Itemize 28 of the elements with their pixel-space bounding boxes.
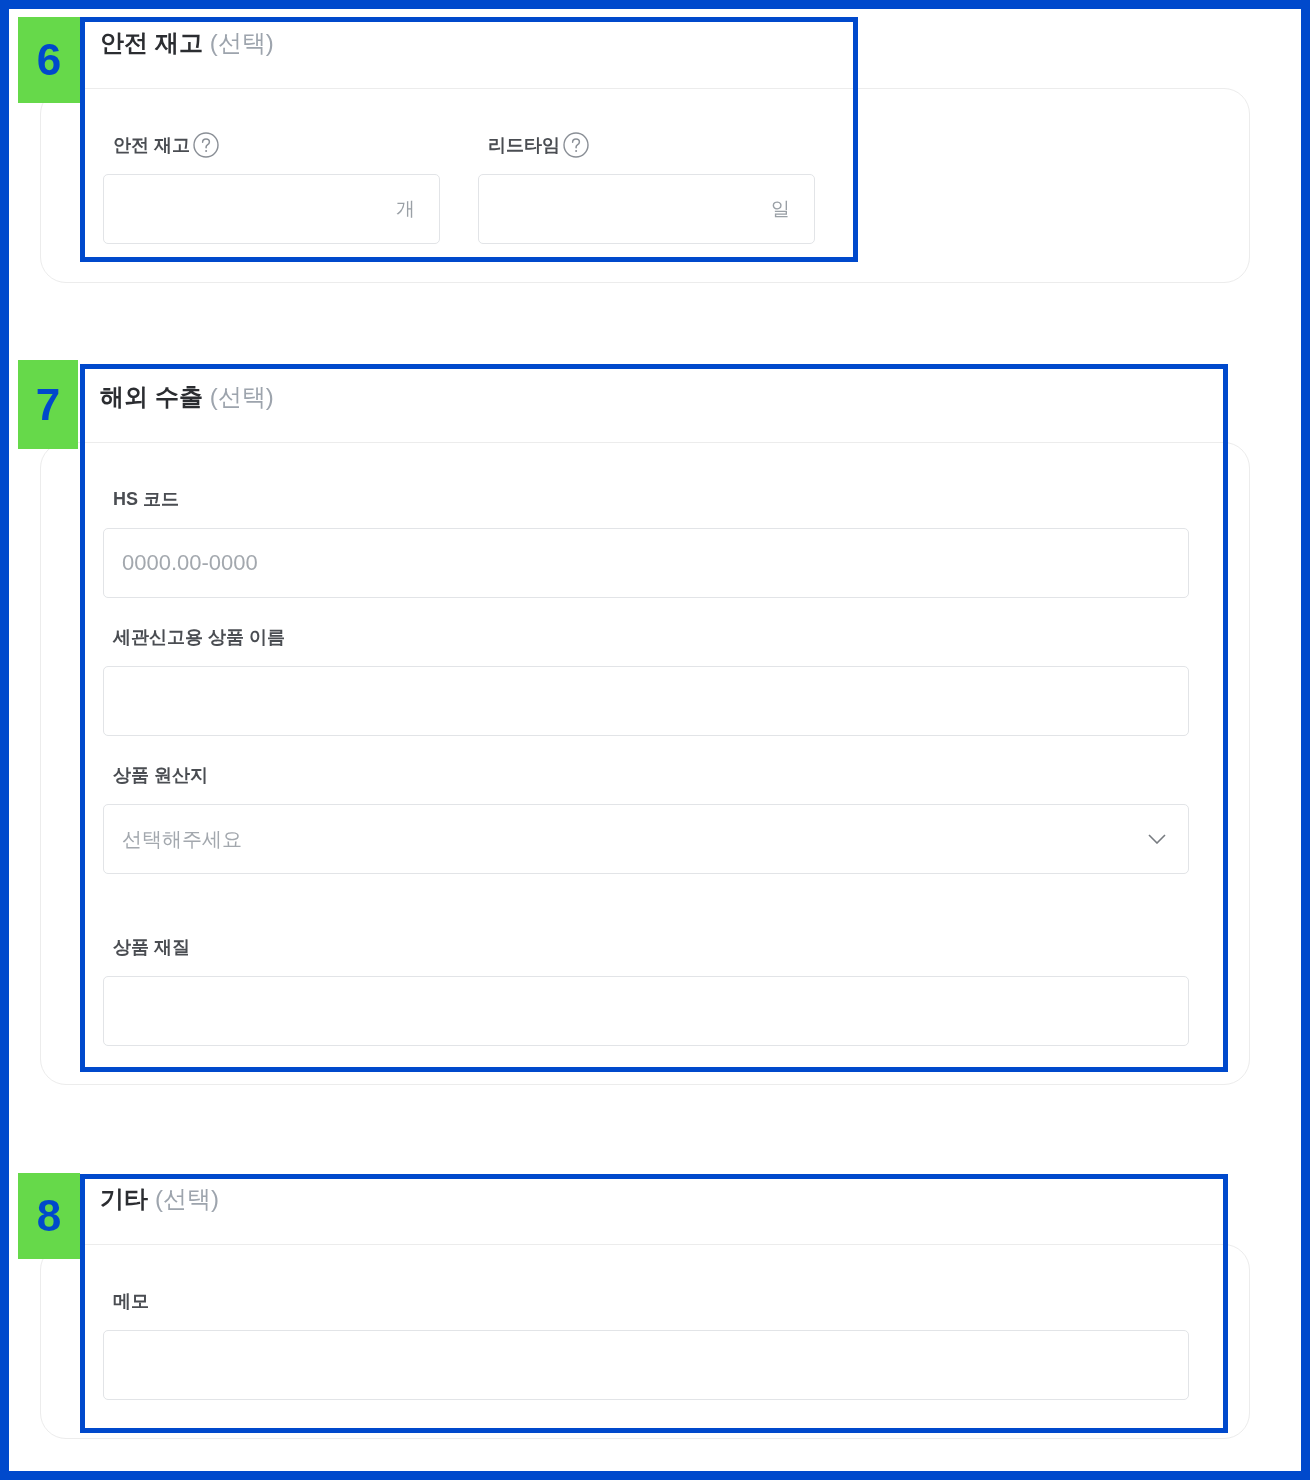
text-field[interactable] [103, 976, 1189, 1046]
step-badge: 8 [18, 1173, 80, 1259]
field-label: HS 코드 [113, 488, 179, 511]
field-label: 리드타임 [488, 134, 560, 157]
field-label: 세관신고용 상품 이름 [113, 626, 285, 649]
help-icon[interactable] [563, 132, 589, 158]
field-label: 메모 [113, 1290, 149, 1313]
field-label: 상품 원산지 [113, 764, 208, 787]
text-field[interactable]: 0000.00-0000 [103, 528, 1189, 598]
text-field[interactable] [103, 1330, 1189, 1400]
help-icon[interactable] [193, 132, 219, 158]
field-label: 안전 재고 [113, 134, 190, 157]
optional-label: (선택) [209, 386, 274, 408]
chevron-down-icon [1148, 834, 1166, 844]
text-field[interactable] [103, 666, 1189, 736]
section-title: 해외 수출 [100, 386, 203, 408]
unit-suffix: 일 [771, 196, 790, 221]
step-badge: 7 [18, 360, 78, 449]
section-title: 기타 [100, 1188, 148, 1210]
number-field[interactable]: 일 [478, 174, 815, 244]
optional-label: (선택) [209, 32, 274, 54]
number-field[interactable]: 개 [103, 174, 440, 244]
field-label: 상품 재질 [113, 936, 190, 959]
unit-suffix: 개 [396, 196, 415, 221]
optional-label: (선택) [155, 1188, 219, 1210]
step-badge: 6 [18, 17, 80, 103]
dropdown-select[interactable]: 선택해주세요 [103, 804, 1189, 874]
section-title: 안전 재고 [100, 32, 203, 54]
